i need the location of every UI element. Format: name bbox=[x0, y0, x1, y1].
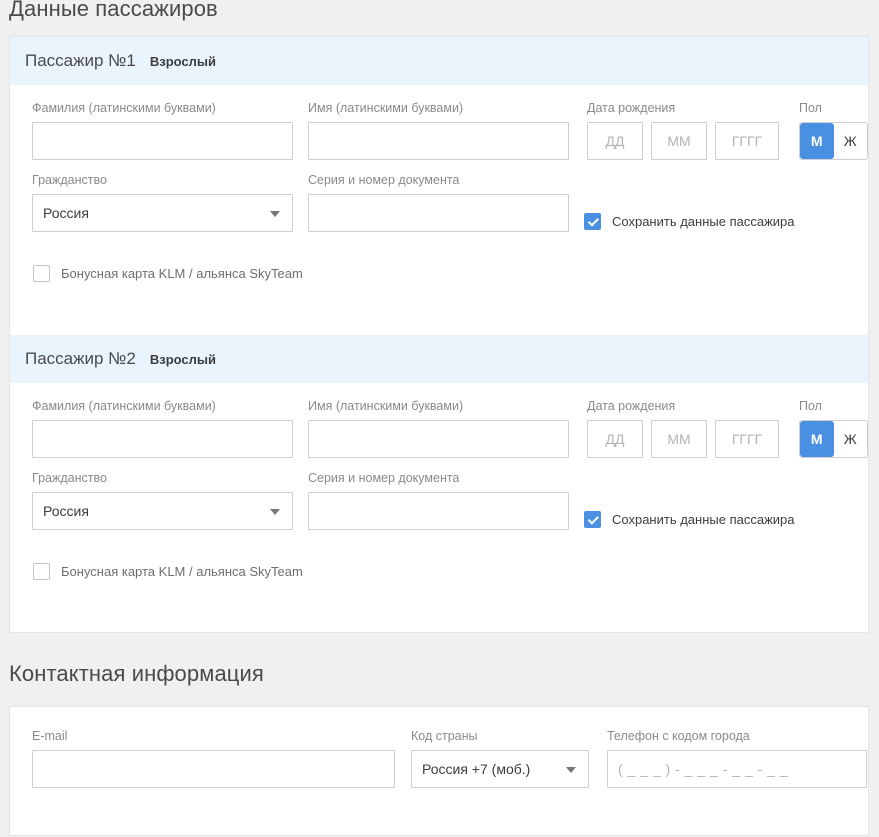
birth-month-input[interactable] bbox=[651, 420, 707, 458]
birth-day-input[interactable] bbox=[587, 420, 643, 458]
document-input[interactable] bbox=[308, 492, 569, 530]
phone-field: Телефон с кодом города bbox=[607, 729, 867, 788]
citizenship-select[interactable]: Россия bbox=[32, 492, 293, 530]
surname-input[interactable] bbox=[32, 420, 293, 458]
passenger-1-document-field: Серия и номер документа bbox=[308, 173, 569, 232]
passenger-2-type: Взрослый bbox=[149, 351, 217, 367]
bonus-card-checkbox[interactable] bbox=[33, 265, 50, 282]
country-code-select-wrap: Россия +7 (моб.) bbox=[411, 750, 589, 788]
surname-label: Фамилия (латинскими буквами) bbox=[32, 399, 216, 413]
passenger-2-form: Фамилия (латинскими буквами) Имя (латинс… bbox=[10, 383, 868, 633]
document-label: Серия и номер документа bbox=[308, 471, 460, 485]
citizenship-select[interactable]: Россия bbox=[32, 194, 293, 232]
save-passenger-checkbox[interactable] bbox=[584, 213, 601, 230]
passenger-2-birthdate-field: Дата рождения bbox=[587, 399, 779, 458]
bonus-card-checkbox[interactable] bbox=[33, 563, 50, 580]
passenger-2-surname-field: Фамилия (латинскими буквами) bbox=[32, 399, 293, 458]
gender-label: Пол bbox=[799, 101, 822, 115]
save-passenger-label: Сохранить данные пассажира bbox=[612, 214, 795, 229]
document-input[interactable] bbox=[308, 194, 569, 232]
birth-day-input[interactable] bbox=[587, 122, 643, 160]
passenger-1-citizenship-field: Гражданство Россия bbox=[32, 173, 293, 232]
name-label: Имя (латинскими буквами) bbox=[308, 101, 464, 115]
passenger-2-bonus-row[interactable]: Бонусная карта KLM / альянса SkyTeam bbox=[33, 563, 303, 580]
passenger-1-title: Пассажир №1 bbox=[25, 51, 136, 70]
page-title: Данные пассажиров bbox=[9, 0, 218, 21]
birth-month-input[interactable] bbox=[651, 122, 707, 160]
passenger-booking-page: Данные пассажиров Пассажир №1 Взрослый Ф… bbox=[0, 0, 879, 836]
bonus-card-label: Бонусная карта KLM / альянса SkyTeam bbox=[61, 564, 303, 579]
contacts-card: E-mail Код страны Россия +7 (моб.) Телеф… bbox=[9, 706, 869, 836]
bonus-card-label: Бонусная карта KLM / альянса SkyTeam bbox=[61, 266, 303, 281]
email-label: E-mail bbox=[32, 729, 68, 743]
passenger-2-name-field: Имя (латинскими буквами) bbox=[308, 399, 569, 458]
citizenship-select-wrap: Россия bbox=[32, 194, 293, 232]
passenger-1-type: Взрослый bbox=[149, 53, 217, 69]
citizenship-label: Гражданство bbox=[32, 173, 107, 187]
passenger-1-save-row[interactable]: Сохранить данные пассажира bbox=[584, 213, 795, 230]
passenger-1-bonus-row[interactable]: Бонусная карта KLM / альянса SkyTeam bbox=[33, 265, 303, 282]
email-field: E-mail bbox=[32, 729, 395, 788]
surname-label: Фамилия (латинскими буквами) bbox=[32, 101, 216, 115]
gender-toggle-group: М Ж bbox=[799, 122, 868, 160]
birth-date-inputs bbox=[587, 420, 779, 458]
name-input[interactable] bbox=[308, 122, 569, 160]
country-code-select[interactable]: Россия +7 (моб.) bbox=[411, 750, 589, 788]
gender-label: Пол bbox=[799, 399, 822, 413]
save-passenger-checkbox[interactable] bbox=[584, 511, 601, 528]
gender-female-button[interactable]: Ж bbox=[833, 421, 867, 457]
save-passenger-label: Сохранить данные пассажира bbox=[612, 512, 795, 527]
email-input[interactable] bbox=[32, 750, 395, 788]
passenger-2-header: Пассажир №2 Взрослый bbox=[10, 335, 868, 383]
passenger-1-surname-field: Фамилия (латинскими буквами) bbox=[32, 101, 293, 160]
country-code-label: Код страны bbox=[411, 729, 478, 743]
citizenship-select-wrap: Россия bbox=[32, 492, 293, 530]
birth-date-inputs bbox=[587, 122, 779, 160]
birth-date-label: Дата рождения bbox=[587, 101, 676, 115]
passenger-1-form: Фамилия (латинскими буквами) Имя (латинс… bbox=[10, 85, 868, 335]
passenger-1-birthdate-field: Дата рождения bbox=[587, 101, 779, 160]
gender-female-button[interactable]: Ж bbox=[833, 123, 867, 159]
gender-toggle-group: М Ж bbox=[799, 420, 868, 458]
passenger-2-title: Пассажир №2 bbox=[25, 349, 136, 368]
name-label: Имя (латинскими буквами) bbox=[308, 399, 464, 413]
gender-male-button[interactable]: М bbox=[800, 421, 834, 457]
passenger-2-save-row[interactable]: Сохранить данные пассажира bbox=[584, 511, 795, 528]
passenger-2-document-field: Серия и номер документа bbox=[308, 471, 569, 530]
phone-label: Телефон с кодом города bbox=[607, 729, 750, 743]
passenger-1-name-field: Имя (латинскими буквами) bbox=[308, 101, 569, 160]
gender-male-button[interactable]: М bbox=[800, 123, 834, 159]
passenger-2-gender-field: Пол М Ж bbox=[799, 399, 868, 458]
document-label: Серия и номер документа bbox=[308, 173, 460, 187]
name-input[interactable] bbox=[308, 420, 569, 458]
birth-year-input[interactable] bbox=[715, 122, 779, 160]
birth-year-input[interactable] bbox=[715, 420, 779, 458]
citizenship-label: Гражданство bbox=[32, 471, 107, 485]
surname-input[interactable] bbox=[32, 122, 293, 160]
passenger-2-citizenship-field: Гражданство Россия bbox=[32, 471, 293, 530]
phone-input[interactable] bbox=[607, 750, 867, 788]
passenger-1-gender-field: Пол М Ж bbox=[799, 101, 868, 160]
birth-date-label: Дата рождения bbox=[587, 399, 676, 413]
passengers-card: Пассажир №1 Взрослый Фамилия (латинскими… bbox=[9, 36, 869, 633]
country-code-field: Код страны Россия +7 (моб.) bbox=[411, 729, 589, 788]
passenger-1-header: Пассажир №1 Взрослый bbox=[10, 37, 868, 85]
contacts-title: Контактная информация bbox=[9, 661, 264, 686]
